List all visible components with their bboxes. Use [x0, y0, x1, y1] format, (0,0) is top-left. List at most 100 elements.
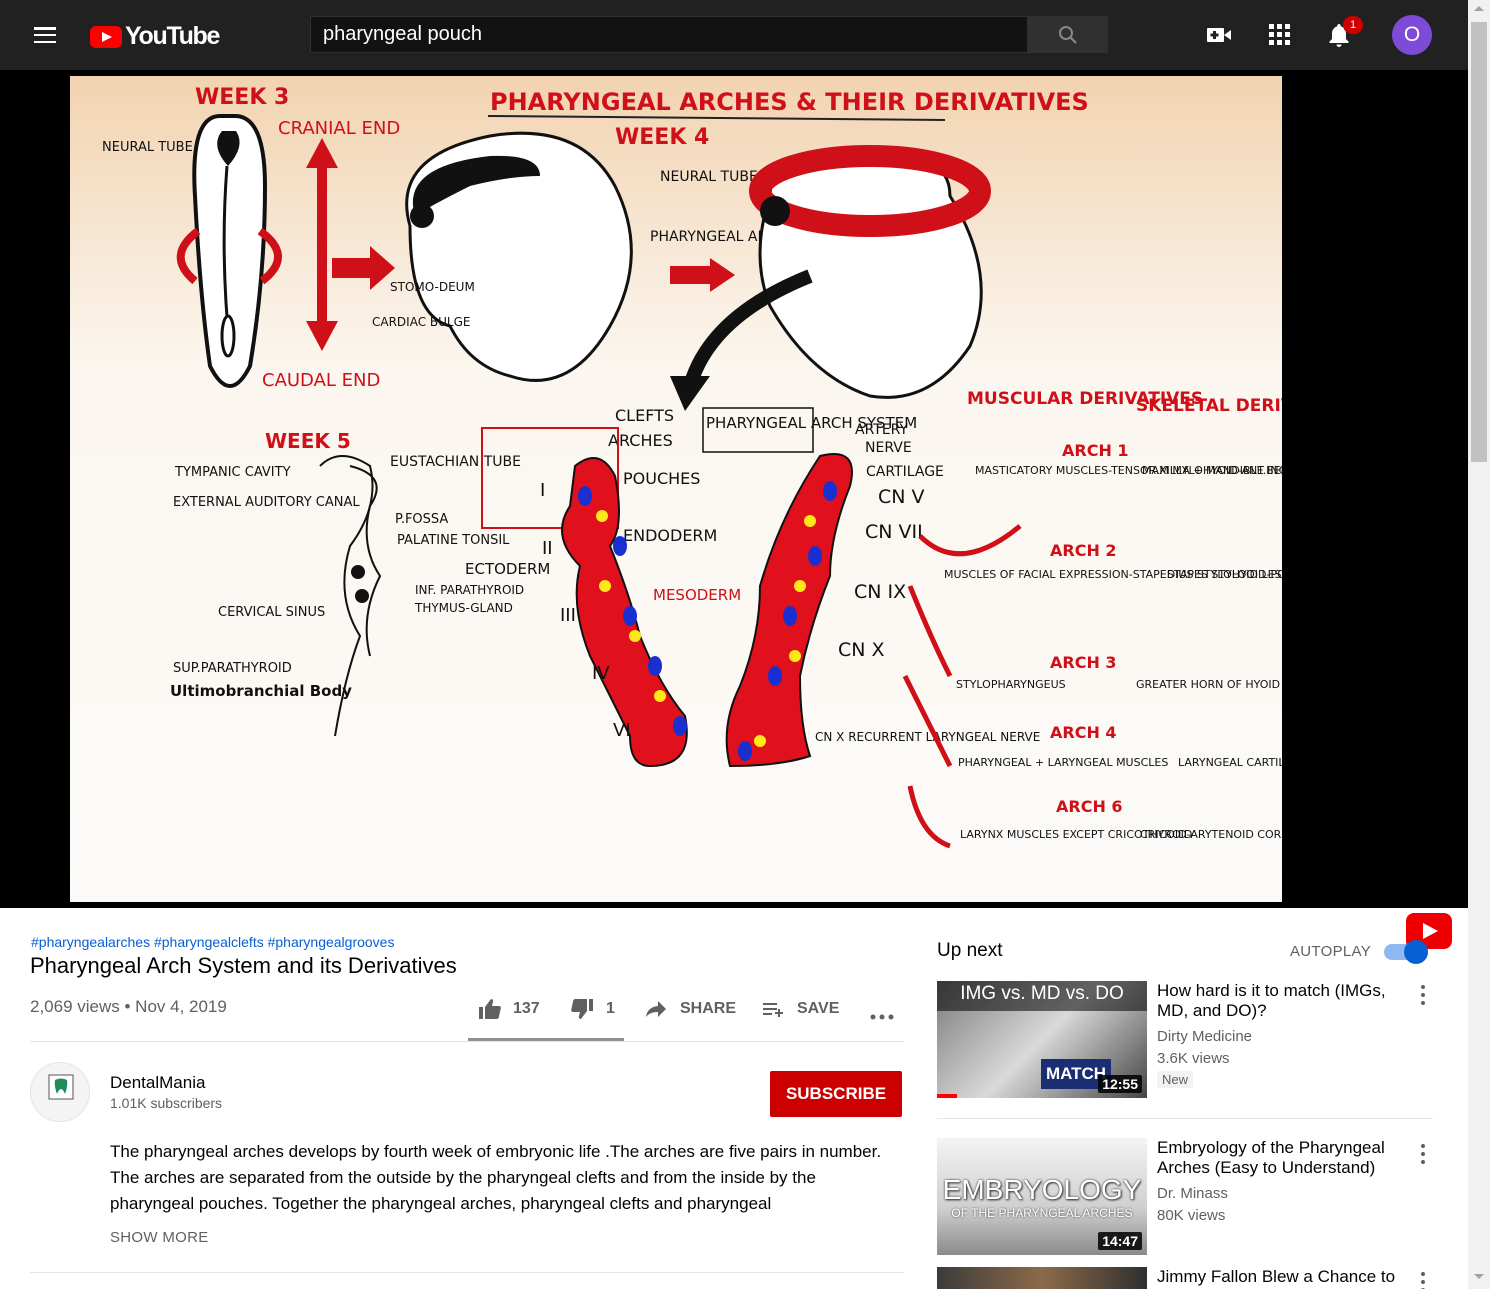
- autoplay-toggle[interactable]: [1384, 940, 1428, 964]
- cranial-end-label: CRANIAL END: [278, 118, 400, 139]
- caudal-end-label: CAUDAL END: [262, 370, 380, 391]
- arch3-skeletal: GREATER HORN OF HYOID - BODY: [1136, 678, 1282, 691]
- more-options-icon[interactable]: [1421, 1144, 1425, 1164]
- channel-name[interactable]: Dirty Medicine: [1157, 1028, 1252, 1045]
- cn10b-label: CN X RECURRENT LARYNGEAL NERVE: [815, 730, 1040, 744]
- recommended-video-1[interactable]: IMG vs. MD vs. DO MATCH 12:55 How hard i…: [937, 981, 1437, 1101]
- channel-name[interactable]: DentalMania: [110, 1073, 205, 1093]
- week4-label: WEEK 4: [615, 125, 709, 150]
- search-button[interactable]: [1028, 16, 1108, 53]
- more-options-icon[interactable]: [1421, 985, 1425, 1005]
- cn9-label: CN IX: [854, 581, 906, 603]
- apps-grid-icon[interactable]: [1267, 22, 1293, 48]
- video-title[interactable]: Embryology of the Pharyngeal Arches (Eas…: [1157, 1138, 1407, 1178]
- masthead: YouTube pharyngeal pouch 1 O: [0, 0, 1468, 70]
- scroll-down-arrow-icon[interactable]: [1474, 1274, 1484, 1279]
- playlist-add-icon: [763, 1003, 783, 1017]
- recommended-video-3[interactable]: Jimmy Fallon Blew a Chance to: [937, 1267, 1437, 1289]
- video-thumbnail[interactable]: IMG vs. MD vs. DO MATCH 12:55: [937, 981, 1147, 1098]
- frame-title: PHARYNGEAL ARCHES & THEIR DERIVATIVES: [490, 88, 1089, 116]
- sup-parathyroid-label: SUP.PARATHYROID: [173, 661, 292, 676]
- logo-text: YouTube: [125, 22, 220, 50]
- save-button[interactable]: SAVE: [763, 997, 839, 1021]
- video-thumbnail[interactable]: [937, 1267, 1147, 1289]
- external-auditory-label: EXTERNAL AUDITORY CANAL: [173, 495, 360, 510]
- video-duration: 12:55: [1098, 1075, 1142, 1093]
- pouches-label: POUCHES: [623, 469, 700, 488]
- tooth-logo-icon: [48, 1074, 74, 1100]
- autoplay-label: AUTOPLAY: [1290, 943, 1372, 960]
- search-input[interactable]: pharyngeal pouch: [310, 16, 1028, 53]
- arch4-label: ARCH 4: [1050, 723, 1117, 742]
- divider: [937, 1118, 1433, 1119]
- new-badge: New: [1157, 1071, 1194, 1088]
- youtube-logo[interactable]: YouTube: [90, 22, 220, 51]
- video-thumbnail[interactable]: EMBRYOLOGY OF THE PHARYNGEAL ARCHES 14:4…: [937, 1138, 1147, 1255]
- video-views: 3.6K views: [1157, 1050, 1230, 1067]
- video-title[interactable]: Jimmy Fallon Blew a Chance to: [1157, 1267, 1407, 1287]
- video-title: Pharyngeal Arch System and its Derivativ…: [30, 953, 457, 978]
- show-more-button[interactable]: SHOW MORE: [110, 1229, 209, 1246]
- eustachian-label: EUSTACHIAN TUBE: [390, 454, 521, 470]
- arch6-skeletal: CRICOID-ARYTENOID CORNICULATE-C: [1140, 828, 1282, 841]
- video-views-date: 2,069 views • Nov 4, 2019: [30, 997, 227, 1016]
- nerve-label: NERVE: [865, 440, 912, 456]
- neural-tube-label-left: NEURAL TUBE: [102, 140, 193, 155]
- video-player[interactable]: PHARYNGEAL ARCHES & THEIR DERIVATIVES WE…: [0, 70, 1468, 949]
- arch3-muscular: STYLOPHARYNGEUS: [956, 678, 1066, 691]
- video-title[interactable]: How hard is it to match (IMGs, MD, and D…: [1157, 981, 1407, 1021]
- account-avatar[interactable]: O: [1392, 15, 1432, 55]
- week3-label: WEEK 3: [195, 85, 289, 110]
- share-button[interactable]: SHARE: [645, 997, 736, 1021]
- svg-text:II: II: [542, 538, 553, 559]
- endoderm-label: ENDODERM: [623, 526, 717, 545]
- video-hashtags[interactable]: #pharyngealarches #pharyngealclefts #pha…: [31, 934, 394, 950]
- tympanic-label: TYMPANIC CAVITY: [174, 465, 291, 480]
- more-options-icon[interactable]: [1421, 1272, 1425, 1289]
- more-horizontal-icon: [870, 1014, 894, 1020]
- more-actions-button[interactable]: [870, 1005, 894, 1029]
- arch2-label: ARCH 2: [1050, 541, 1117, 560]
- notification-count-badge: 1: [1343, 16, 1363, 34]
- week5-label: WEEK 5: [265, 429, 351, 453]
- inf-parathyroid-label: INF. PARATHYROID: [415, 583, 524, 597]
- dislike-button[interactable]: 1: [570, 997, 615, 1021]
- watch-progress-bar: [937, 1094, 957, 1098]
- create-video-icon[interactable]: [1206, 22, 1232, 48]
- divider: [30, 1041, 904, 1042]
- subscribe-button[interactable]: SUBSCRIBE: [770, 1071, 902, 1117]
- page-scrollbar[interactable]: [1468, 0, 1490, 1289]
- dislike-count: 1: [606, 1000, 615, 1017]
- save-label: SAVE: [797, 1000, 840, 1017]
- video-frame-whiteboard: PHARYNGEAL ARCHES & THEIR DERIVATIVES WE…: [70, 76, 1282, 902]
- neural-tube-label-mid: NEURAL TUBE: [660, 169, 758, 185]
- svg-text:III: III: [560, 605, 576, 626]
- thumbs-up-icon: [479, 999, 501, 1019]
- thumbs-down-icon: [571, 999, 593, 1019]
- channel-avatar[interactable]: [30, 1062, 90, 1122]
- svg-text:I: I: [540, 480, 545, 501]
- up-next-heading: Up next: [937, 940, 1003, 961]
- share-label: SHARE: [680, 1000, 737, 1017]
- menu-icon[interactable]: [34, 27, 56, 43]
- cardiac-bulge-label: CARDIAC BULGE: [372, 315, 470, 329]
- arch6-label: ARCH 6: [1056, 797, 1123, 816]
- share-arrow-icon: [646, 1001, 666, 1017]
- svg-text:VI: VI: [613, 720, 631, 741]
- search-icon: [1059, 25, 1077, 44]
- cartilage-label: CARTILAGE: [866, 464, 944, 480]
- svg-text:IV: IV: [592, 663, 610, 684]
- scrollbar-thumb[interactable]: [1471, 22, 1487, 462]
- video-duration: 14:47: [1098, 1232, 1142, 1250]
- channel-name[interactable]: Dr. Minass: [1157, 1185, 1228, 1202]
- scroll-up-arrow-icon[interactable]: [1474, 6, 1484, 11]
- mesoderm-label: MESODERM: [653, 586, 741, 604]
- arch1-label: ARCH 1: [1062, 441, 1129, 460]
- youtube-play-icon: [90, 25, 122, 48]
- arch4-muscular: PHARYNGEAL + LARYNGEAL MUSCLES: [958, 756, 1168, 769]
- like-button[interactable]: 137: [478, 997, 540, 1021]
- thymus-label: THYMUS-GLAND: [414, 601, 513, 615]
- stomodeum-label: STOMO-DEUM: [390, 280, 475, 294]
- cn10-label: CN X: [838, 639, 885, 661]
- recommended-video-2[interactable]: EMBRYOLOGY OF THE PHARYNGEAL ARCHES 14:4…: [937, 1138, 1437, 1258]
